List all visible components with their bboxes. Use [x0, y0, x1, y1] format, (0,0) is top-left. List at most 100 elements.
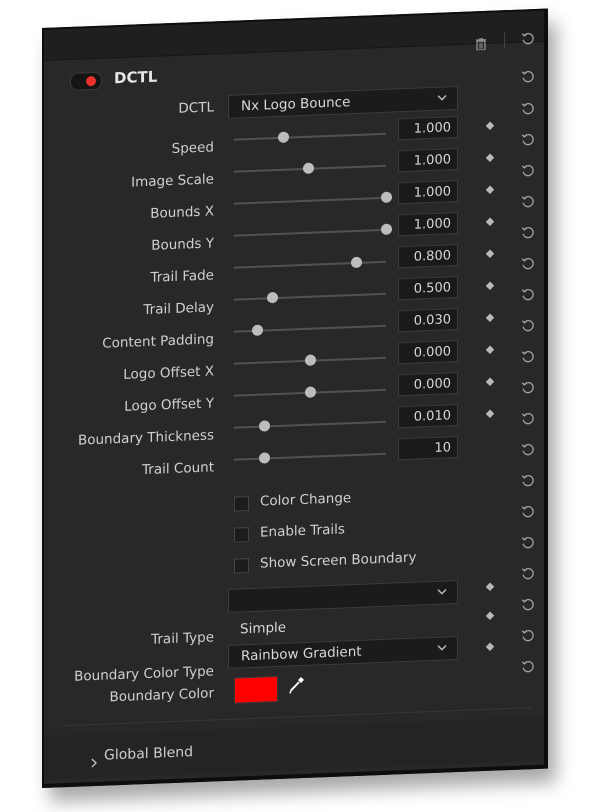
slider-handle[interactable]	[277, 131, 289, 143]
slider-value-field[interactable]: 0.000	[398, 372, 458, 397]
reset-icon[interactable]	[521, 225, 535, 240]
keyframe-diamond-icon[interactable]	[485, 121, 495, 131]
slider-handle[interactable]	[305, 354, 316, 366]
reset-icon[interactable]	[521, 31, 535, 46]
panel-top-bar	[44, 10, 544, 61]
slider-value-field[interactable]: 0.030	[398, 308, 458, 333]
slider-track[interactable]	[234, 256, 386, 269]
slider-track[interactable]	[234, 324, 386, 336]
slider-handle[interactable]	[305, 386, 316, 398]
reset-icon[interactable]	[521, 349, 535, 364]
slider-handle[interactable]	[350, 256, 362, 269]
slider-track[interactable]	[234, 291, 386, 304]
slider-handle[interactable]	[267, 291, 278, 304]
slider-track[interactable]	[234, 131, 386, 143]
slider-label: Content Padding	[102, 331, 214, 352]
trail-type-label: Trail Type	[151, 629, 214, 648]
slider-value-field[interactable]: 0.010	[398, 404, 458, 429]
reset-icon[interactable]	[521, 659, 535, 674]
slider-handle[interactable]	[259, 452, 271, 464]
keyframe-diamond-icon[interactable]	[485, 313, 495, 323]
dctl-label: DCTL	[178, 99, 214, 117]
slider-track[interactable]	[234, 191, 392, 205]
keyframe-diamond-icon[interactable]	[485, 611, 495, 621]
slider-value-field[interactable]: 1.000	[398, 116, 458, 141]
keyframe-diamond-icon[interactable]	[485, 249, 495, 259]
reset-icon[interactable]	[521, 566, 535, 581]
trail-type-dropdown-upper[interactable]	[228, 580, 458, 613]
panel-title: DCTL	[114, 67, 158, 88]
enabled-indicator	[86, 75, 96, 87]
boundary-color-label: Boundary Color	[109, 685, 214, 706]
slider-label: Trail Delay	[143, 299, 214, 319]
reset-icon[interactable]	[521, 69, 535, 84]
slider-handle[interactable]	[381, 223, 392, 235]
keyframe-diamond-icon[interactable]	[485, 185, 495, 195]
reset-icon[interactable]	[521, 597, 535, 612]
eyedropper-icon[interactable]	[288, 675, 306, 696]
checkbox-label[interactable]: Color Change	[260, 490, 351, 510]
dctl-panel: DCTL DCTL Nx Logo Bounce Speed 1.000 Image…	[42, 8, 548, 788]
slider-label: Bounds X	[150, 203, 214, 222]
keyframe-diamond-icon[interactable]	[485, 281, 495, 291]
reset-icon[interactable]	[521, 442, 535, 457]
trail-type-value: Simple	[240, 619, 287, 638]
reset-icon[interactable]	[521, 473, 535, 488]
checkbox-label[interactable]: Show Screen Boundary	[260, 550, 416, 572]
trash-icon[interactable]	[476, 35, 486, 54]
slider-handle[interactable]	[259, 420, 271, 432]
slider-label: Speed	[171, 139, 214, 158]
boundary-color-swatch[interactable]	[234, 675, 278, 704]
reset-icon[interactable]	[521, 256, 535, 271]
slider-value-field[interactable]: 1.000	[398, 180, 458, 205]
slider-track[interactable]	[234, 386, 386, 398]
reset-icon[interactable]	[521, 194, 535, 209]
slider-value-field[interactable]: 1.000	[398, 148, 458, 173]
slider-handle[interactable]	[303, 162, 315, 174]
checkbox[interactable]	[234, 527, 249, 543]
boundary-color-type-label: Boundary Color Type	[74, 663, 214, 685]
slider-handle[interactable]	[381, 191, 392, 203]
reset-icon[interactable]	[521, 411, 535, 426]
keyframe-diamond-icon[interactable]	[485, 345, 495, 355]
reset-icon[interactable]	[521, 504, 535, 519]
global-blend-label[interactable]: Global Blend	[104, 744, 193, 763]
slider-value-field[interactable]: 1.000	[398, 212, 458, 237]
keyframe-diamond-icon[interactable]	[485, 217, 495, 227]
slider-label: Boundary Thickness	[77, 427, 214, 449]
slider-label: Bounds Y	[151, 235, 214, 254]
slider-value-field[interactable]: 0.500	[398, 276, 458, 301]
toolbar-separator	[504, 32, 505, 49]
checkbox[interactable]	[234, 496, 249, 512]
reset-icon[interactable]	[521, 132, 535, 147]
slider-track[interactable]	[234, 354, 386, 366]
slider-handle[interactable]	[251, 324, 263, 336]
slider-track[interactable]	[234, 452, 386, 464]
reset-icon[interactable]	[521, 101, 535, 116]
slider-label: Logo Offset X	[123, 363, 214, 383]
keyframe-diamond-icon[interactable]	[485, 642, 495, 652]
keyframe-diamond-icon[interactable]	[485, 582, 495, 592]
slider-track[interactable]	[234, 420, 386, 432]
reset-icon[interactable]	[521, 163, 535, 178]
enable-toggle[interactable]	[70, 71, 102, 91]
keyframe-diamond-icon[interactable]	[485, 153, 495, 163]
slider-value-field[interactable]: 10	[398, 436, 458, 461]
dctl-value: Nx Logo Bounce	[241, 94, 351, 115]
slider-value-field[interactable]: 0.800	[398, 244, 458, 269]
reset-icon[interactable]	[521, 380, 535, 395]
checkbox[interactable]	[234, 558, 249, 574]
slider-label: Trail Fade	[150, 267, 214, 286]
reset-icon[interactable]	[521, 318, 535, 333]
reset-icon[interactable]	[521, 535, 535, 550]
chevron-right-icon[interactable]	[90, 753, 98, 772]
slider-value-field[interactable]: 0.000	[398, 340, 458, 365]
keyframe-diamond-icon[interactable]	[485, 409, 495, 419]
slider-track[interactable]	[234, 162, 386, 174]
checkbox-label[interactable]: Enable Trails	[260, 521, 345, 540]
slider-track[interactable]	[234, 223, 392, 237]
dctl-dropdown[interactable]: Nx Logo Bounce	[228, 86, 458, 119]
keyframe-diamond-icon[interactable]	[485, 377, 495, 387]
reset-icon[interactable]	[521, 287, 535, 302]
reset-icon[interactable]	[521, 628, 535, 643]
